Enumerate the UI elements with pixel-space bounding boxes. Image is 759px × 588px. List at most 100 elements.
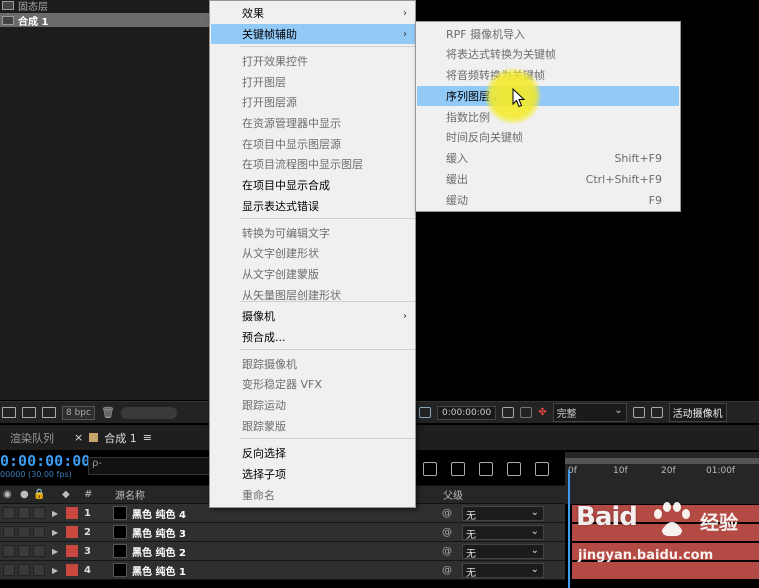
menu-item[interactable]: 反向选择	[211, 443, 415, 463]
audio-switch[interactable]	[18, 507, 30, 519]
transparency-grid-icon[interactable]	[650, 407, 663, 418]
show-snapshot-icon[interactable]	[520, 407, 533, 418]
new-composition-icon[interactable]	[42, 407, 56, 418]
expand-triangle-icon[interactable]: ▶	[52, 547, 58, 556]
pick-whip-icon[interactable]: @	[442, 508, 452, 519]
bit-depth-button[interactable]: 8 bpc	[62, 405, 95, 420]
menu-item[interactable]: 转换为可编辑文字	[211, 223, 415, 243]
layer-label-color[interactable]	[66, 564, 78, 576]
menu-item[interactable]: 从文字创建形状	[211, 243, 415, 263]
pick-whip-icon[interactable]: @	[442, 565, 452, 576]
snapshot-camera-icon[interactable]	[502, 407, 515, 418]
submenu-item[interactable]: 将表达式转换为关键帧	[417, 44, 679, 64]
visibility-switch[interactable]	[3, 545, 15, 557]
menu-item[interactable]: 打开图层	[211, 72, 415, 92]
submenu-item[interactable]: 将音频转换为关键帧	[417, 65, 679, 85]
solo-switch[interactable]	[33, 545, 45, 557]
project-item-solids-folder[interactable]: 固态层	[0, 0, 210, 13]
timeline-current-time[interactable]: 0:00:00:00	[0, 452, 90, 470]
menu-item[interactable]: 摄像机 ›	[211, 306, 415, 326]
work-area-bar[interactable]	[565, 458, 759, 464]
menu-item[interactable]: 显示表达式错误	[211, 196, 415, 216]
resolution-select[interactable]: 完整 ⌄	[552, 403, 627, 422]
layer-name[interactable]: 黑色 纯色 3	[132, 525, 186, 540]
current-time-indicator[interactable]	[568, 470, 570, 588]
layer-name[interactable]: 黑色 纯色 2	[132, 544, 186, 559]
menu-item[interactable]: 在项目流程图中显示图层	[211, 154, 415, 174]
solo-switch[interactable]	[33, 564, 45, 576]
menu-item[interactable]: 从矢量图层创建形状	[211, 285, 415, 305]
interpret-footage-icon[interactable]	[2, 407, 16, 418]
solo-switch[interactable]	[33, 526, 45, 538]
parent-select[interactable]: 无 ⌄	[462, 524, 544, 541]
region-of-interest-icon[interactable]	[419, 407, 431, 418]
expand-triangle-icon[interactable]: ▶	[52, 566, 58, 575]
menu-item[interactable]: 重命名	[211, 485, 415, 505]
menu-item[interactable]: 跟踪蒙版	[211, 416, 415, 436]
menu-item[interactable]: 跟踪运动	[211, 395, 415, 415]
expand-triangle-icon[interactable]: ▶	[52, 509, 58, 518]
layer-name[interactable]: 黑色 纯色 1	[132, 563, 186, 578]
submenu-item[interactable]: 指数比例	[417, 107, 679, 127]
timeline-search-input[interactable]: ρ-	[88, 457, 210, 475]
layer-row[interactable]: ▶ 3 黑色 纯色 2 @ 无 ⌄	[0, 542, 565, 561]
solo-switch[interactable]	[33, 507, 45, 519]
layer-name[interactable]: 黑色 纯色 4	[132, 506, 186, 521]
layer-label-color[interactable]	[66, 507, 78, 519]
visibility-switch[interactable]	[3, 507, 15, 519]
parent-select[interactable]: 无 ⌄	[462, 562, 544, 579]
trash-icon[interactable]: 🗑	[101, 406, 115, 419]
project-item-comp[interactable]: 合成 1	[0, 13, 210, 28]
submenu-item[interactable]: 缓动 F9	[417, 190, 679, 210]
thumbnail-slider[interactable]	[120, 406, 177, 419]
submenu-item[interactable]: RPF 摄像机导入	[417, 24, 679, 44]
visibility-switch[interactable]	[3, 564, 15, 576]
hide-shy-icon[interactable]	[451, 462, 465, 476]
menu-item[interactable]: 打开图层源	[211, 92, 415, 112]
column-source-name[interactable]: 源名称	[115, 487, 145, 502]
graph-editor-icon[interactable]	[535, 462, 549, 476]
menu-item[interactable]: 跟踪摄像机	[211, 354, 415, 374]
tab-comp-1[interactable]: × 合成 1 ≡	[64, 430, 162, 446]
menu-item[interactable]: 打开效果控件	[211, 51, 415, 71]
pick-whip-icon[interactable]: @	[442, 546, 452, 557]
motion-blur-icon[interactable]	[507, 462, 521, 476]
pick-whip-icon[interactable]: @	[442, 527, 452, 538]
parent-select[interactable]: 无 ⌄	[462, 505, 544, 522]
visibility-switch[interactable]	[3, 526, 15, 538]
menu-item[interactable]: 在项目中显示合成	[211, 175, 415, 195]
audio-switch[interactable]	[18, 545, 30, 557]
menu-item[interactable]: 变形稳定器 VFX	[211, 374, 415, 394]
layer-label-color[interactable]	[66, 526, 78, 538]
tab-render-queue[interactable]: 渲染队列	[0, 430, 64, 446]
layer-row[interactable]: ▶ 2 黑色 纯色 3 @ 无 ⌄	[0, 523, 565, 542]
menu-item[interactable]: 从文字创建蒙版	[211, 264, 415, 284]
frame-blending-icon[interactable]	[479, 462, 493, 476]
viewer-toolbar: 0:00:00:00 ✤ 完整 ⌄ 活动摄像机	[415, 401, 759, 423]
panel-menu-icon[interactable]: ≡	[143, 431, 152, 444]
audio-switch[interactable]	[18, 564, 30, 576]
menu-item[interactable]: 在资源管理器中显示	[211, 113, 415, 133]
submenu-item[interactable]: 时间反向关键帧	[417, 127, 679, 147]
layer-label-color[interactable]	[66, 545, 78, 557]
menu-item[interactable]: 关键帧辅助 ›	[211, 24, 415, 44]
expand-triangle-icon[interactable]: ▶	[52, 528, 58, 537]
active-camera-select[interactable]: 活动摄像机	[668, 403, 727, 422]
draft-3d-icon[interactable]	[423, 462, 437, 476]
menu-item[interactable]: 预合成...	[211, 327, 415, 347]
layer-row[interactable]: ▶ 4 黑色 纯色 1 @ 无 ⌄	[0, 561, 565, 580]
submenu-item[interactable]: 缓出 Ctrl+Shift+F9	[417, 169, 679, 189]
viewer-current-time[interactable]: 0:00:00:00	[437, 405, 497, 420]
submenu-item[interactable]: 序列图层...	[417, 86, 679, 106]
menu-item[interactable]: 在项目中显示图层源	[211, 134, 415, 154]
close-icon[interactable]: ×	[74, 431, 83, 444]
menu-item[interactable]: 效果 ›	[211, 3, 415, 23]
submenu-item[interactable]: 缓入 Shift+F9	[417, 148, 679, 168]
fast-preview-icon[interactable]	[632, 407, 645, 418]
audio-switch[interactable]	[18, 526, 30, 538]
menu-item[interactable]: 选择子项	[211, 464, 415, 484]
new-folder-icon[interactable]	[22, 407, 36, 418]
parent-select[interactable]: 无 ⌄	[462, 543, 544, 560]
channel-rgb-icon[interactable]: ✤	[538, 407, 546, 418]
menu-item-label: 打开图层	[242, 76, 286, 89]
